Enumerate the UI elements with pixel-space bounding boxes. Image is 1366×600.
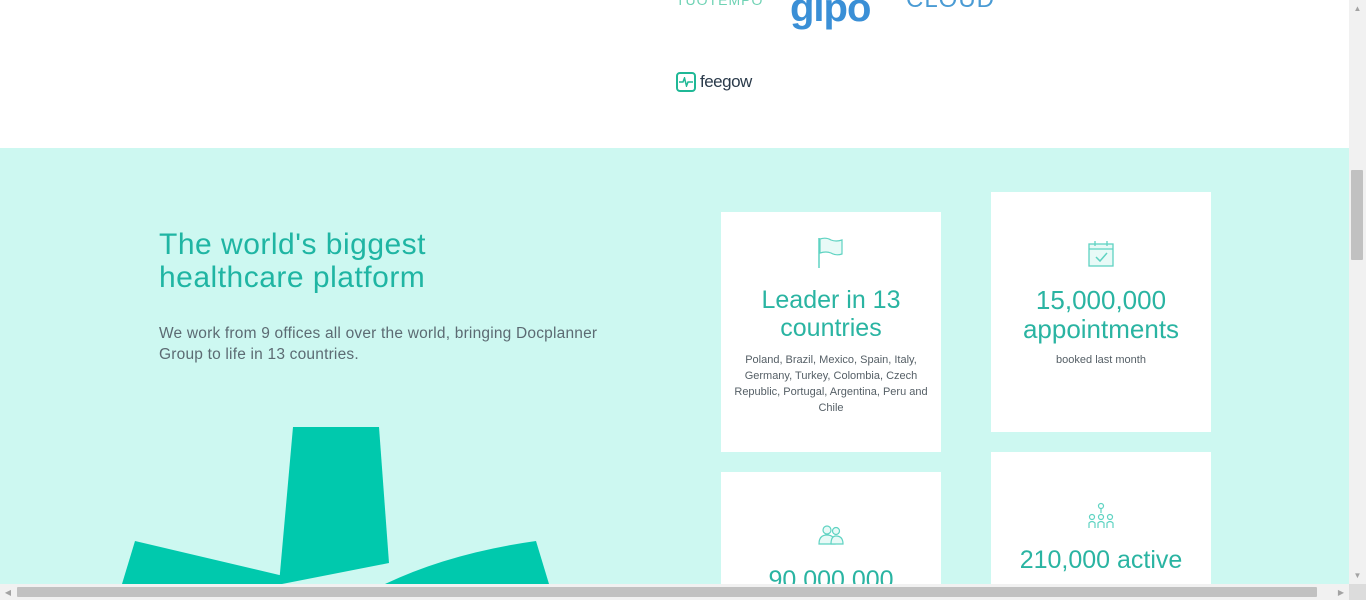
gipo-logo: gipo [790, 0, 871, 30]
horizontal-scroll-thumb[interactable] [17, 587, 1317, 597]
scroll-down-arrow-icon[interactable]: ▼ [1349, 567, 1366, 584]
stat-title: Leader in 13 countries [761, 286, 901, 342]
stat-description: Poland, Brazil, Mexico, Spain, Italy, Ge… [734, 354, 928, 414]
stat-title: 15,000,000 appointments [1022, 285, 1180, 344]
users-icon [818, 525, 844, 545]
flag-icon [818, 237, 843, 268]
stat-title: 210,000 active [1019, 546, 1183, 574]
horizontal-scrollbar[interactable]: ◀ ▶ [0, 584, 1349, 600]
stat-card-appointments: 15,000,000 appointments booked last mont… [991, 192, 1211, 432]
page-viewport: TUOTEMPO gipo CLOUD feegow The world's b… [0, 0, 1349, 584]
vertical-scroll-thumb[interactable] [1351, 170, 1363, 260]
clinic-cloud-logo: CLOUD [906, 0, 995, 12]
scroll-up-arrow-icon[interactable]: ▲ [1349, 0, 1366, 17]
scroll-right-arrow-icon[interactable]: ▶ [1333, 584, 1349, 600]
feegow-wordmark: feegow [700, 72, 752, 91]
calendar-check-icon [1088, 241, 1114, 267]
stat-description: booked last month [1056, 354, 1146, 366]
decorative-teal-shape [122, 427, 549, 584]
stat-card-countries: Leader in 13 countries Poland, Brazil, M… [721, 212, 941, 452]
shape-left-wing [122, 541, 292, 584]
platform-section: The world's biggest healthcare platform … [0, 148, 1349, 584]
shape-vertical-bar [279, 427, 389, 584]
scroll-left-arrow-icon[interactable]: ◀ [0, 584, 16, 600]
shape-right-arc [385, 541, 549, 584]
network-people-icon [1088, 502, 1114, 528]
feegow-logo: feegow [676, 72, 752, 92]
vertical-scrollbar[interactable]: ▲ ▼ [1349, 0, 1366, 584]
scrollbar-corner [1349, 584, 1366, 600]
stat-card-doctors: 210,000 active [991, 452, 1211, 584]
tuotempo-logo: TUOTEMPO [676, 0, 764, 8]
stat-card-patients: 90,000,000 [721, 472, 941, 584]
stat-title: 90,000,000 [768, 566, 894, 584]
partner-logos-strip: TUOTEMPO gipo CLOUD feegow [0, 0, 1349, 148]
feegow-heartbeat-icon [676, 72, 696, 92]
